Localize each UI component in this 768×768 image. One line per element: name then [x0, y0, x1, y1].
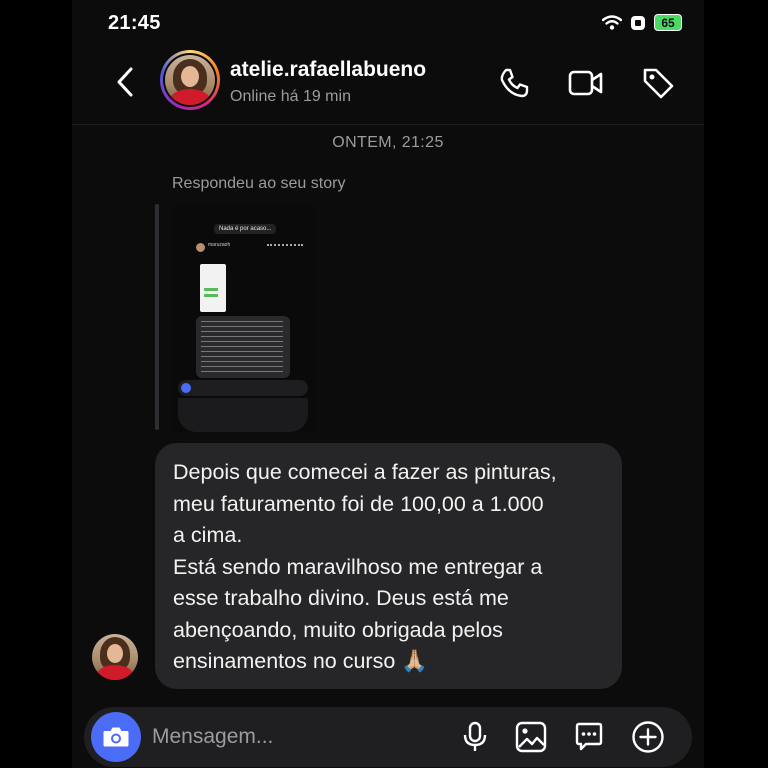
- mini-story-card: [200, 264, 226, 312]
- video-camera-icon: [568, 70, 603, 96]
- chat-header: atelie.rafaellabueno Online há 19 min: [72, 48, 704, 125]
- phone-icon: [500, 68, 529, 98]
- chat-sticker-icon: [575, 722, 603, 751]
- message-line: abençoando, muito obrigada pelos: [173, 617, 503, 642]
- status-time: 21:45: [108, 12, 161, 34]
- camera-icon: [103, 727, 129, 747]
- story-mini-name: maruzaoh: [208, 242, 231, 248]
- message-line: ensinamentos no curso 🙏🏼: [173, 649, 429, 673]
- mini-message-bubble: [196, 316, 290, 378]
- tag-button[interactable]: [640, 65, 676, 101]
- mini-header-icons: [267, 244, 303, 252]
- sticker-button[interactable]: [572, 720, 606, 754]
- screen-record-icon: [631, 15, 645, 30]
- video-call-button[interactable]: [568, 65, 604, 101]
- message-input[interactable]: [152, 722, 402, 752]
- message-line: Está sendo maravilhoso me entregar a: [173, 554, 543, 579]
- voice-call-button[interactable]: [496, 65, 532, 101]
- message-line: a cima.: [173, 523, 243, 547]
- sender-avatar[interactable]: [92, 634, 138, 680]
- mini-avatar: [196, 243, 205, 252]
- profile-avatar[interactable]: [160, 50, 220, 110]
- status-icons: 65: [602, 14, 682, 31]
- chevron-left-icon: [117, 67, 133, 97]
- username[interactable]: atelie.rafaellabueno: [230, 58, 426, 82]
- plus-circle-icon: [632, 721, 664, 753]
- message-bubble[interactable]: Depois que comecei a fazer as pinturas, …: [155, 443, 622, 689]
- back-button[interactable]: [110, 64, 140, 100]
- gallery-button[interactable]: [514, 720, 548, 754]
- message-line: meu faturamento foi de 100,00 a 1.000: [173, 491, 544, 516]
- message-line: Depois que comecei a fazer as pinturas,: [173, 460, 557, 484]
- message-composer: [84, 707, 692, 767]
- message-line: esse trabalho divino. Deus está me: [173, 586, 509, 610]
- wifi-icon: [602, 15, 622, 30]
- tag-icon: [643, 68, 674, 99]
- voice-message-button[interactable]: [458, 720, 492, 754]
- story-thumbnail[interactable]: Nada é por acaso... maruzaoh: [172, 206, 315, 432]
- avatar-photo: [165, 55, 215, 105]
- date-separator: ONTEM, 21:25: [332, 134, 444, 151]
- story-mini-header: maruzaoh: [184, 242, 309, 256]
- image-icon: [515, 721, 547, 753]
- mini-bottom: [178, 398, 308, 432]
- story-reply-label: Respondeu ao seu story: [172, 175, 346, 192]
- battery-indicator: 65: [654, 14, 682, 31]
- presence-status: Online há 19 min: [230, 88, 351, 105]
- microphone-icon: [463, 721, 487, 751]
- more-options-button[interactable]: [631, 720, 665, 754]
- chat-screen: 21:45 65 atelie.rafaellabueno Online há …: [72, 0, 704, 768]
- camera-button[interactable]: [91, 712, 141, 762]
- reply-indicator-bar: [155, 204, 159, 430]
- story-caption: Nada é por acaso...: [214, 224, 277, 234]
- mini-composer: [178, 380, 308, 396]
